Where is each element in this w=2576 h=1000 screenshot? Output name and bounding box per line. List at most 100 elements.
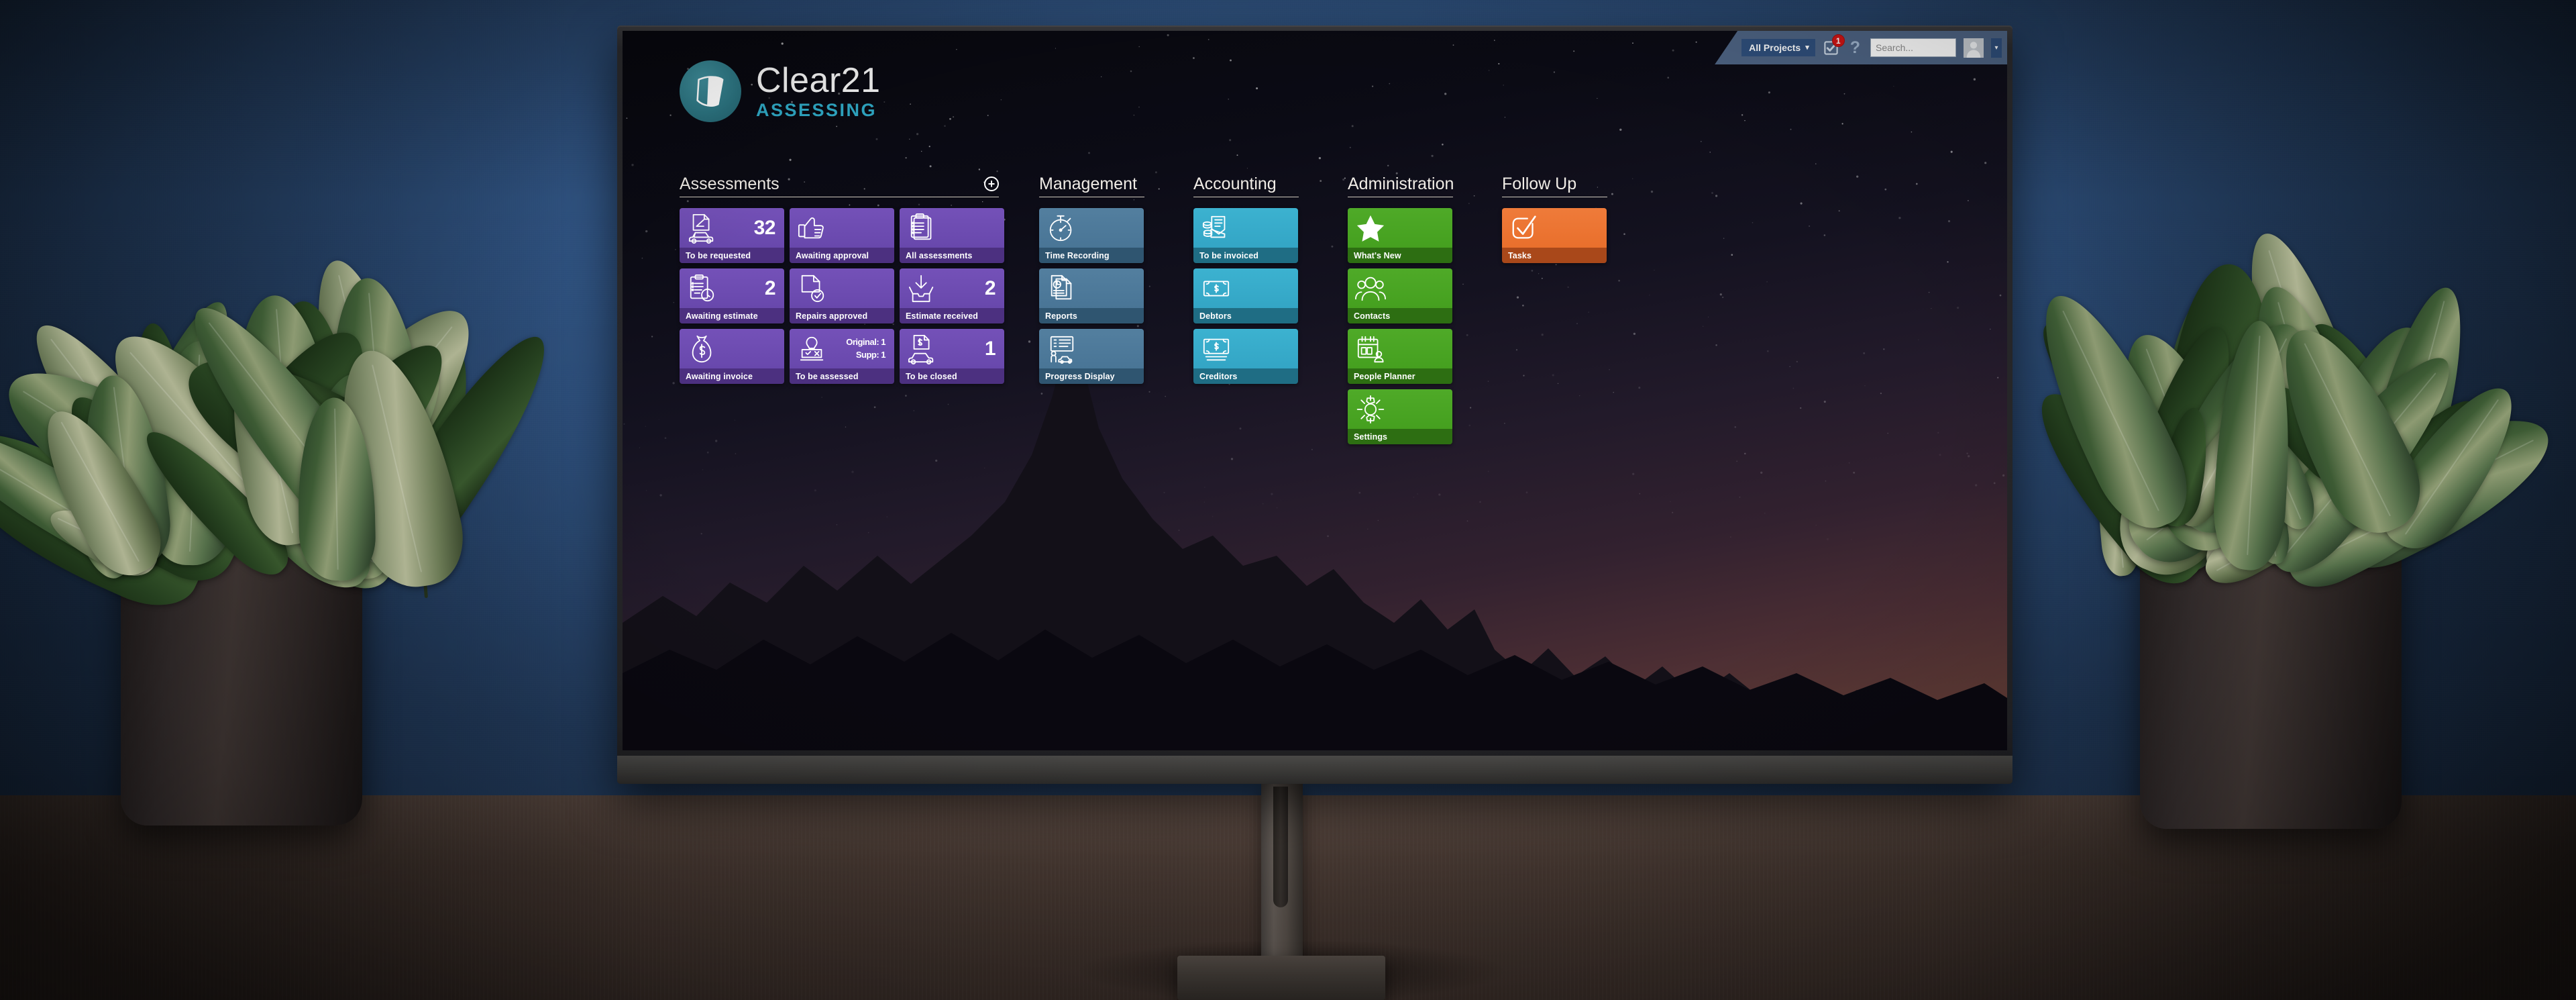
column-header: Accounting bbox=[1193, 175, 1299, 198]
column-title: Management bbox=[1039, 174, 1137, 193]
column-header: Assessments + bbox=[680, 175, 999, 198]
tile-body bbox=[1348, 268, 1452, 309]
tile-label: Contacts bbox=[1348, 308, 1452, 324]
tile-label: Awaiting estimate bbox=[680, 308, 784, 324]
tile-count: 2 bbox=[764, 277, 776, 299]
tile-body bbox=[1039, 329, 1144, 369]
brand-mark bbox=[680, 60, 741, 122]
tile-label: What's New bbox=[1348, 248, 1452, 264]
tile-people-planner[interactable]: People Planner bbox=[1348, 329, 1452, 385]
tile-body bbox=[680, 329, 784, 369]
tile-debtors[interactable]: Debtors bbox=[1193, 268, 1298, 324]
tile-grid: 32 To be requested Awaiting approval All as… bbox=[680, 208, 1004, 385]
tile-estimate-received[interactable]: 2 Estimate received bbox=[900, 268, 1004, 324]
tile-label: Debtors bbox=[1193, 308, 1298, 324]
tile-body: Original: 1 Supp: 1 bbox=[790, 329, 894, 369]
tile-to-be-assessed[interactable]: Original: 1 Supp: 1 To be assessed bbox=[790, 329, 894, 385]
projects-filter-label: All Projects bbox=[1749, 42, 1801, 53]
tile-contacts[interactable]: Contacts bbox=[1348, 268, 1452, 324]
tile-body bbox=[790, 268, 894, 309]
tile-label: Estimate received bbox=[900, 308, 1004, 324]
tile-all-assessments[interactable]: All assessments bbox=[900, 208, 1004, 264]
tile-label: People Planner bbox=[1348, 368, 1452, 385]
tile-creditors[interactable]: Creditors bbox=[1193, 329, 1298, 385]
tile-label: Repairs approved bbox=[790, 308, 894, 324]
plant-left bbox=[0, 0, 637, 1000]
tile-grid: Time Recording Reports Progress Display bbox=[1039, 208, 1149, 385]
dashboard-column-accounting: Accounting To be invoiced Debtors Creditors bbox=[1193, 175, 1309, 385]
tile-body bbox=[1348, 389, 1452, 430]
tile-body bbox=[1193, 208, 1298, 248]
tile-to-be-invoiced[interactable]: To be invoiced bbox=[1193, 208, 1298, 264]
tile-label: Awaiting approval bbox=[790, 248, 894, 264]
tasks-badge: 1 bbox=[1831, 34, 1845, 47]
tile-settings[interactable]: Settings bbox=[1348, 389, 1452, 445]
tile-body bbox=[1502, 208, 1607, 248]
banknote-icon bbox=[1199, 273, 1233, 304]
tile-awaiting-invoice[interactable]: Awaiting invoice bbox=[680, 329, 784, 385]
tile-reports[interactable]: Reports bbox=[1039, 268, 1144, 324]
tile-body bbox=[900, 208, 1004, 248]
tile-awaiting-estimate[interactable]: 2 Awaiting estimate bbox=[680, 268, 784, 324]
invoice-car-icon bbox=[906, 334, 939, 364]
projects-filter-dropdown[interactable]: All Projects ▾ bbox=[1741, 39, 1815, 56]
tile-body: 32 bbox=[680, 208, 784, 248]
tile-body: 2 bbox=[900, 268, 1004, 309]
assessor-stamp-icon bbox=[796, 334, 829, 364]
tile-label: To be closed bbox=[900, 368, 1004, 385]
report-chart-icon bbox=[1045, 273, 1079, 304]
tile-label: Creditors bbox=[1193, 368, 1298, 385]
star-icon bbox=[1354, 213, 1387, 244]
plant-right bbox=[1925, 0, 2576, 1000]
tile-awaiting-approval[interactable]: Awaiting approval bbox=[790, 208, 894, 264]
progress-board-icon bbox=[1045, 334, 1079, 364]
tile-label: Settings bbox=[1348, 429, 1452, 445]
column-title: Follow Up bbox=[1502, 174, 1577, 193]
tile-progress-display[interactable]: Progress Display bbox=[1039, 329, 1144, 385]
tile-label: Reports bbox=[1039, 308, 1144, 324]
clear21-logo-icon bbox=[696, 76, 724, 107]
tasks-button[interactable]: 1 bbox=[1823, 34, 1845, 56]
clipboard-stack-icon bbox=[906, 213, 939, 244]
calendar-person-icon bbox=[1354, 334, 1387, 364]
tile-body: 2 bbox=[680, 268, 784, 309]
tile-count-line: Original: 1 bbox=[846, 336, 885, 347]
tile-body bbox=[1039, 268, 1144, 309]
dashboard-column-assessments: Assessments + 32 To be requested Awaiting ap… bbox=[680, 175, 1004, 385]
tile-grid: What's New Contacts People Planner Settings bbox=[1348, 208, 1458, 445]
tile-to-be-closed[interactable]: 1 To be closed bbox=[900, 329, 1004, 385]
tile-count: 32 bbox=[753, 216, 776, 239]
tile-count: 2 bbox=[984, 277, 996, 299]
help-button[interactable]: ? bbox=[1847, 39, 1863, 56]
clipboard-clock-icon bbox=[686, 273, 719, 304]
add-assessment-button[interactable]: + bbox=[984, 177, 999, 192]
monitor-stand-base bbox=[1177, 956, 1385, 1000]
dashboard-column-management: Management Time Recording Reports Progress … bbox=[1039, 174, 1155, 385]
banknote-stack-icon bbox=[1199, 334, 1233, 364]
check-square-icon bbox=[1508, 213, 1542, 244]
brand-text: Clear21 ASSESSING bbox=[756, 63, 881, 119]
monitor-chin bbox=[617, 756, 2012, 784]
tile-label: Progress Display bbox=[1039, 368, 1144, 385]
tile-repairs-approved[interactable]: Repairs approved bbox=[790, 268, 894, 324]
tile-time-recording[interactable]: Time Recording bbox=[1039, 208, 1144, 264]
tile-tasks[interactable]: Tasks bbox=[1502, 208, 1607, 264]
tile-what-s-new[interactable]: What's New bbox=[1348, 208, 1452, 264]
tile-body bbox=[1039, 208, 1144, 248]
tile-body bbox=[1193, 329, 1298, 369]
tile-label: Awaiting invoice bbox=[680, 368, 784, 385]
monitor-stand-slot bbox=[1273, 787, 1288, 907]
screen: All Projects ▾ 1 ? Search... ▾ Clear21 A… bbox=[623, 31, 2007, 750]
monitor: All Projects ▾ 1 ? Search... ▾ Clear21 A… bbox=[617, 26, 2012, 784]
tile-body bbox=[1348, 208, 1452, 248]
column-title: Administration bbox=[1348, 174, 1454, 193]
dashboard-column-follow-up: Follow Up Tasks bbox=[1502, 174, 1617, 264]
dashboard: Assessments + 32 To be requested Awaiting ap… bbox=[680, 174, 1656, 445]
inbox-download-icon bbox=[906, 273, 939, 304]
tile-label: To be requested bbox=[680, 248, 784, 264]
tile-grid: To be invoiced Debtors Creditors bbox=[1193, 208, 1303, 385]
tile-body bbox=[1193, 268, 1298, 309]
tile-body bbox=[1348, 329, 1452, 369]
tile-label: To be invoiced bbox=[1193, 248, 1298, 264]
tile-to-be-requested[interactable]: 32 To be requested bbox=[680, 208, 784, 264]
